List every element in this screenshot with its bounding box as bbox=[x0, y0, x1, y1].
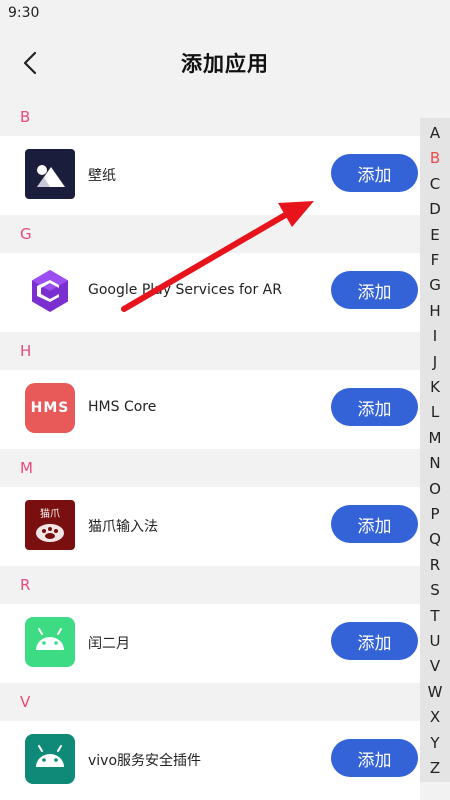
section-letter: M bbox=[20, 459, 33, 477]
page-title: 添加应用 bbox=[181, 52, 269, 76]
list-item: HMS HMS Core 添加 bbox=[0, 370, 420, 449]
section-header-g: G bbox=[0, 215, 420, 253]
section-letter: V bbox=[20, 693, 31, 711]
index-letter-r[interactable]: R bbox=[420, 556, 450, 574]
list-item: 壁纸 添加 bbox=[0, 136, 420, 215]
app-name: vivo服务安全插件 bbox=[88, 753, 202, 769]
index-letter-k[interactable]: K bbox=[420, 378, 450, 396]
index-letter-l[interactable]: L bbox=[420, 403, 450, 421]
status-bar: 9:30 bbox=[0, 0, 450, 28]
hms-core-icon-text: HMS bbox=[30, 400, 70, 416]
index-letter-h[interactable]: H bbox=[420, 302, 450, 320]
index-letter-t[interactable]: T bbox=[420, 607, 450, 625]
add-button[interactable]: 添加 bbox=[331, 622, 418, 660]
index-letter-f[interactable]: F bbox=[420, 251, 450, 269]
header: 添加应用 bbox=[0, 28, 450, 98]
index-letter-v[interactable]: V bbox=[420, 657, 450, 675]
add-button[interactable]: 添加 bbox=[331, 739, 418, 777]
section-header-r: R bbox=[0, 566, 420, 604]
alphabet-index-bar[interactable]: ABCDEFGHIJKLMNOPQRSTUVWXYZ bbox=[420, 118, 450, 782]
section-letter: G bbox=[20, 225, 32, 243]
index-letter-s[interactable]: S bbox=[420, 581, 450, 599]
index-letter-o[interactable]: O bbox=[420, 480, 450, 498]
index-letter-m[interactable]: M bbox=[420, 429, 450, 447]
add-button[interactable]: 添加 bbox=[331, 388, 418, 426]
app-list: B 壁纸 添加 G Google Play Services for AR 添加… bbox=[0, 98, 420, 800]
app-name: 壁纸 bbox=[88, 168, 116, 184]
index-letter-z[interactable]: Z bbox=[420, 759, 450, 777]
index-letter-b[interactable]: B bbox=[420, 149, 450, 167]
app-name: 猫爪输入法 bbox=[88, 519, 158, 535]
index-letter-y[interactable]: Y bbox=[420, 734, 450, 752]
add-button[interactable]: 添加 bbox=[331, 505, 418, 543]
index-letter-a[interactable]: A bbox=[420, 124, 450, 142]
index-letter-u[interactable]: U bbox=[420, 632, 450, 650]
section-header-b: B bbox=[0, 98, 420, 136]
list-item: 猫爪 猫爪输入法 添加 bbox=[0, 487, 420, 566]
index-letter-e[interactable]: E bbox=[420, 226, 450, 244]
index-letter-p[interactable]: P bbox=[420, 505, 450, 523]
index-letter-c[interactable]: C bbox=[420, 175, 450, 193]
index-letter-g[interactable]: G bbox=[420, 276, 450, 294]
app-name: 闰二月 bbox=[88, 636, 130, 652]
google-ar-icon bbox=[25, 266, 75, 316]
index-letter-i[interactable]: I bbox=[420, 327, 450, 345]
index-letter-d[interactable]: D bbox=[420, 200, 450, 218]
section-letter: R bbox=[20, 576, 31, 594]
app-name: HMS Core bbox=[88, 399, 157, 415]
index-letter-n[interactable]: N bbox=[420, 454, 450, 472]
index-letter-w[interactable]: W bbox=[420, 683, 450, 701]
section-letter: B bbox=[20, 108, 31, 126]
android-icon bbox=[25, 734, 75, 784]
add-button[interactable]: 添加 bbox=[331, 154, 418, 192]
add-button[interactable]: 添加 bbox=[331, 271, 418, 309]
maozhua-icon: 猫爪 bbox=[25, 500, 75, 550]
list-item: 闰二月 添加 bbox=[0, 604, 420, 683]
section-letter: H bbox=[20, 342, 32, 360]
index-letter-x[interactable]: X bbox=[420, 708, 450, 726]
section-header-v: V bbox=[0, 683, 420, 721]
android-icon bbox=[25, 617, 75, 667]
section-header-m: M bbox=[0, 449, 420, 487]
hms-core-icon: HMS bbox=[25, 383, 75, 433]
index-letter-q[interactable]: Q bbox=[420, 530, 450, 548]
status-time: 9:30 bbox=[8, 5, 40, 21]
app-name: Google Play Services for AR bbox=[88, 282, 282, 298]
list-item: Google Play Services for AR 添加 bbox=[0, 253, 420, 332]
list-item: vivo服务安全插件 添加 bbox=[0, 721, 420, 800]
index-letter-j[interactable]: J bbox=[420, 353, 450, 371]
wallpaper-icon bbox=[25, 149, 75, 199]
section-header-h: H bbox=[0, 332, 420, 370]
